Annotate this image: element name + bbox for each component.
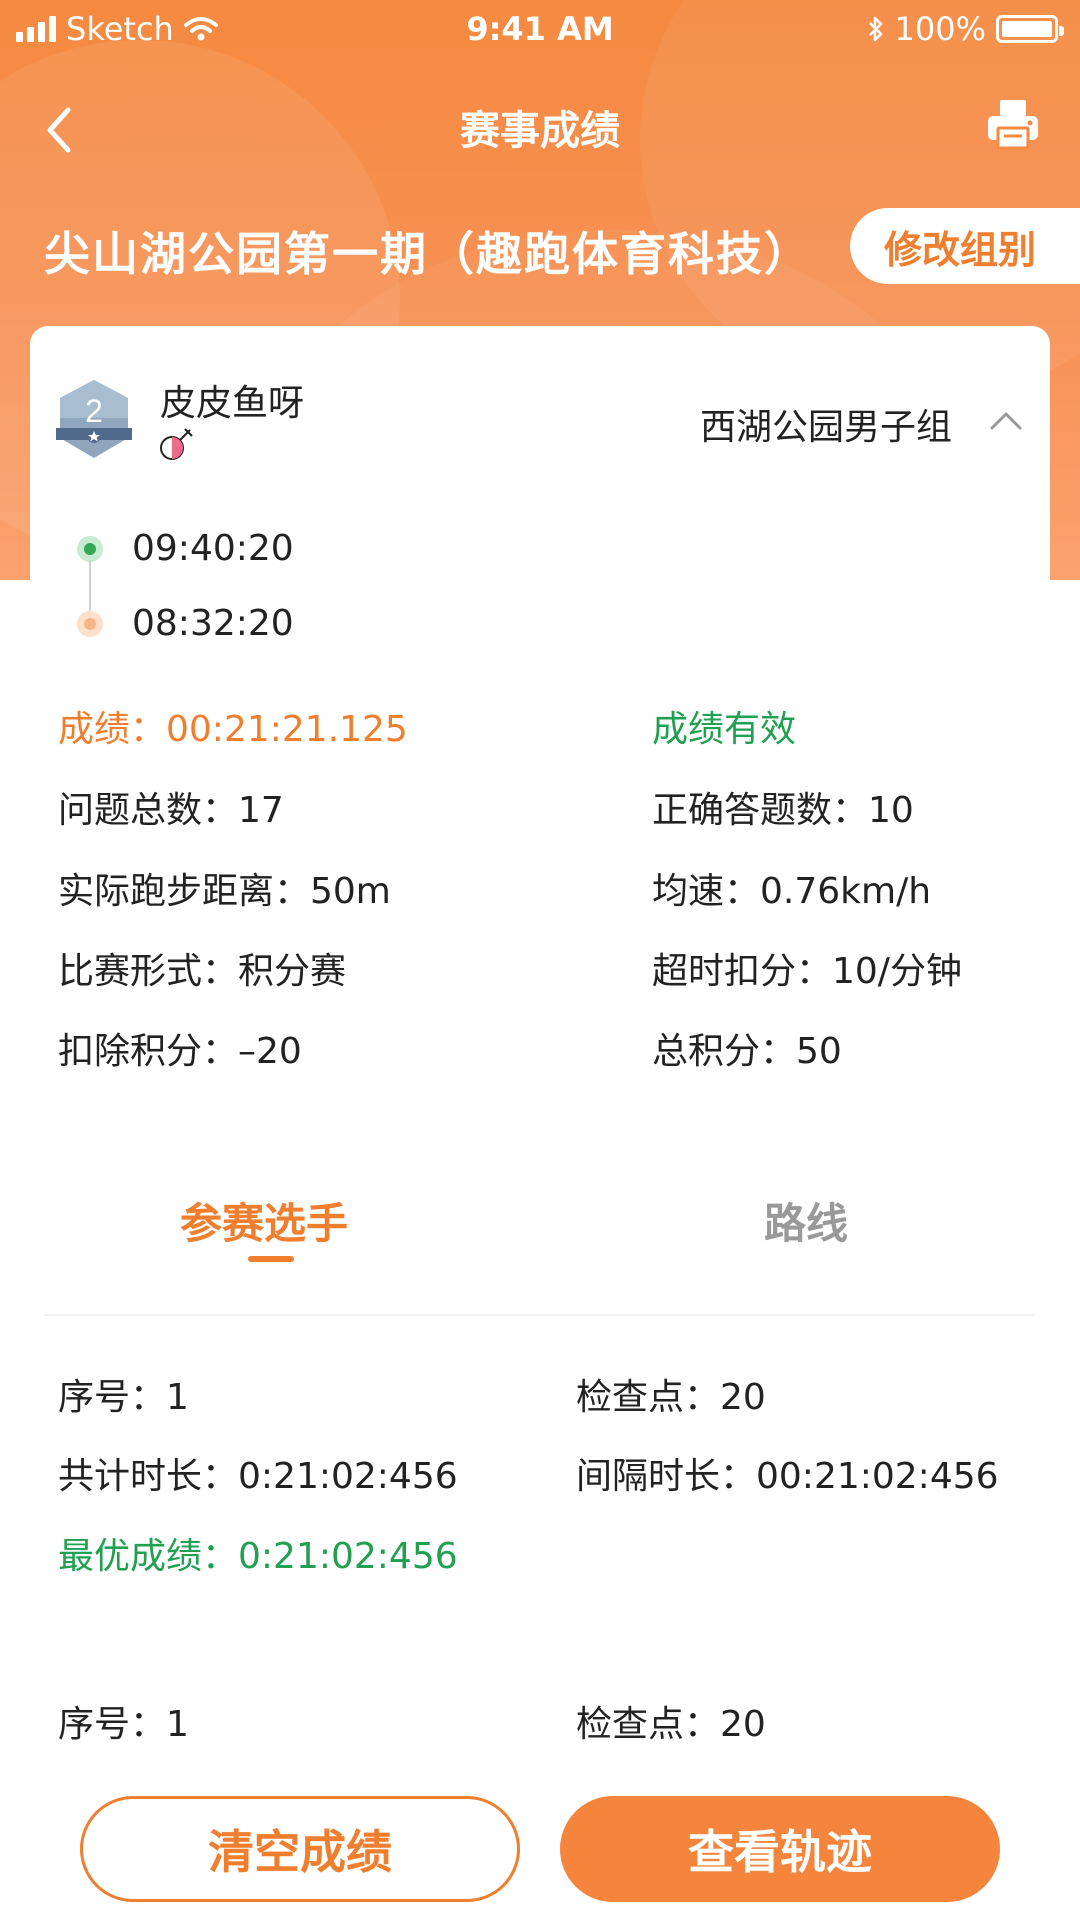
clear-results-button[interactable]: 清空成绩: [80, 1796, 520, 1902]
event-title: 尖山湖公园第一期（趣跑体育科技）: [44, 227, 812, 281]
record-interval: 间隔时长：00:21:02:456: [576, 1456, 999, 1497]
modify-group-button[interactable]: 修改组别: [850, 208, 1080, 284]
question-total: 问题总数：17: [58, 790, 284, 831]
active-tab-indicator: [248, 1256, 294, 1262]
rank-number: 2: [85, 393, 103, 429]
score: 成绩：00:21:21.125: [58, 709, 408, 750]
validity-status: 成绩有效: [652, 709, 797, 750]
battery-percent: 100%: [894, 10, 986, 48]
female-icon: [160, 428, 193, 460]
end-time: 08:32:20: [132, 603, 294, 644]
chevron-up-icon[interactable]: [988, 408, 1024, 432]
battery-icon: [996, 15, 1064, 43]
record-total-duration: 共计时长：0:21:02:456: [58, 1456, 458, 1497]
status-bar: Sketch 9:41 AM 100%: [0, 0, 1080, 60]
page-title: 赛事成绩: [460, 108, 620, 154]
timeline-line: [89, 560, 91, 614]
avg-speed: 均速：0.76km/h: [652, 871, 932, 912]
divider: [44, 1314, 1034, 1316]
printer-icon[interactable]: [984, 94, 1042, 152]
rank-badge-icon: 2: [56, 380, 132, 458]
record-checkpoint: 检查点：20: [576, 1377, 766, 1418]
overtime-penalty: 超时扣分：10/分钟: [652, 951, 962, 992]
tab-players[interactable]: 参赛选手: [180, 1190, 348, 1251]
record-index: 序号：1: [58, 1377, 189, 1418]
race-format: 比赛形式：积分赛: [58, 951, 347, 992]
record-index: 序号：1: [58, 1704, 189, 1745]
tab-route[interactable]: 路线: [764, 1190, 848, 1251]
player-name: 皮皮鱼呀: [160, 383, 305, 424]
record-best: 最优成绩：0:21:02:456: [58, 1536, 458, 1577]
total-points: 总积分：50: [652, 1031, 842, 1072]
status-right: 100%: [867, 10, 1064, 48]
distance: 实际跑步距离：50m: [58, 871, 391, 912]
end-dot-icon: [77, 611, 103, 637]
record-checkpoint: 检查点：20: [576, 1704, 766, 1745]
nav-bar: 赛事成绩: [0, 70, 1080, 190]
correct-count: 正确答题数：10: [652, 790, 914, 831]
group-name[interactable]: 西湖公园男子组: [700, 398, 952, 450]
deducted-points: 扣除积分：–20: [58, 1031, 302, 1072]
start-dot-icon: [77, 536, 103, 562]
view-track-button[interactable]: 查看轨迹: [560, 1796, 1000, 1902]
bluetooth-icon: [868, 16, 882, 42]
start-time: 09:40:20: [132, 528, 294, 569]
